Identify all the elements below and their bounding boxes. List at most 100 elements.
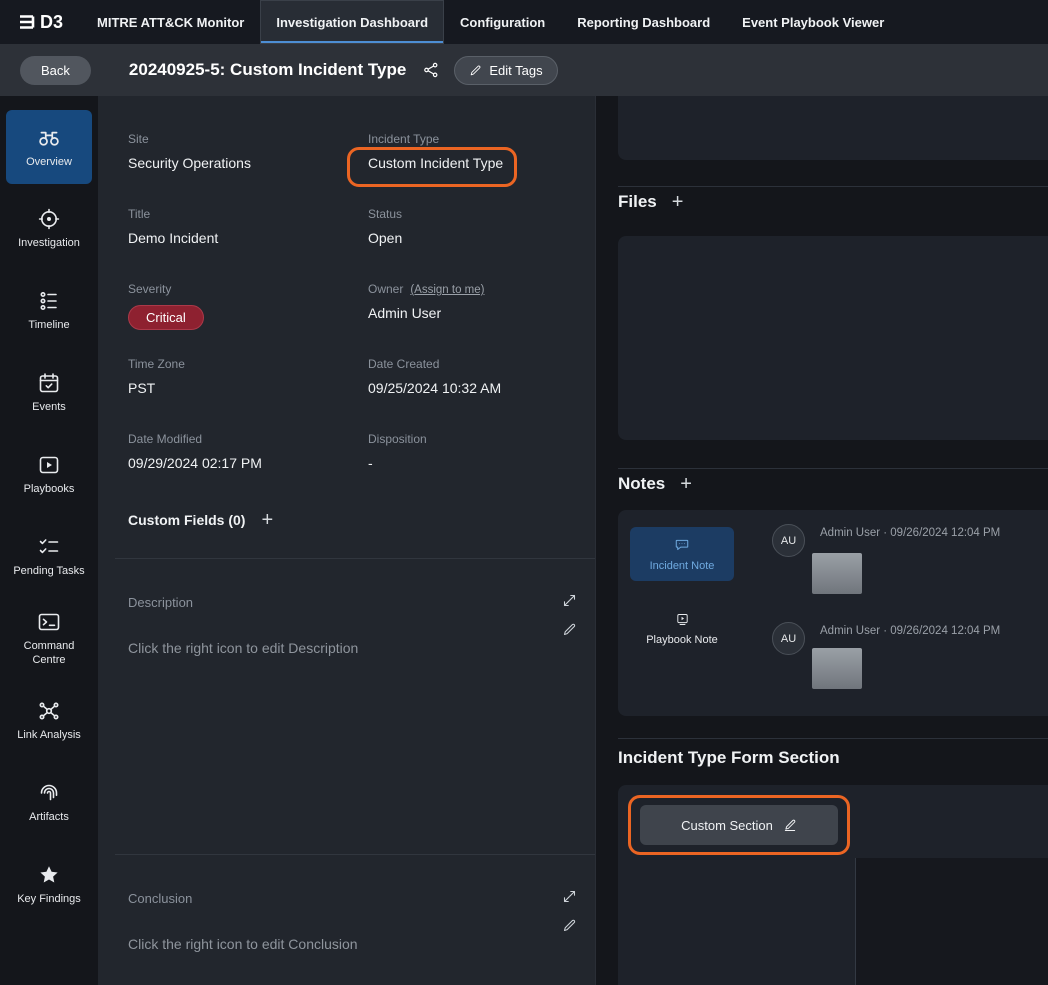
sidebar-item-label: Artifacts — [29, 811, 69, 825]
files-title: Files — [618, 192, 657, 212]
field-title: Title Demo Incident — [128, 207, 368, 282]
custom-section-highlight-annotation: Custom Section — [628, 795, 850, 855]
description-label: Description — [128, 595, 579, 610]
field-label: Disposition — [368, 432, 427, 446]
expand-conclusion-icon[interactable] — [562, 889, 577, 904]
date-modified-value: 09/29/2024 02:17 PM — [128, 455, 368, 471]
pencil-icon — [469, 64, 482, 77]
assign-to-me-link[interactable]: (Assign to me) — [410, 284, 484, 296]
star-icon — [37, 863, 61, 887]
terminal-icon — [37, 610, 61, 634]
add-file-button[interactable]: + — [672, 192, 684, 212]
back-button[interactable]: Back — [20, 56, 91, 85]
sidebar-item-key-findings[interactable]: Key Findings — [6, 848, 92, 922]
field-date-modified: Date Modified 09/29/2024 02:17 PM — [128, 432, 368, 507]
sidebar-item-artifacts[interactable]: Artifacts — [6, 766, 92, 840]
calendar-icon — [37, 371, 61, 395]
top-partial-card — [618, 96, 1048, 160]
section-divider — [618, 186, 1048, 187]
title-value: Demo Incident — [128, 230, 368, 246]
field-label: Incident Type — [368, 132, 439, 146]
custom-section-button[interactable]: Custom Section — [640, 805, 838, 845]
tab-configuration[interactable]: Configuration — [444, 0, 561, 44]
field-label: Severity — [128, 282, 171, 296]
field-label: Site — [128, 132, 149, 146]
section-divider — [618, 468, 1048, 469]
status-value: Open — [368, 230, 583, 246]
add-note-button[interactable]: + — [680, 474, 692, 494]
field-label: Date Created — [368, 357, 439, 371]
field-date-created: Date Created 09/25/2024 10:32 AM — [368, 357, 583, 432]
target-icon — [37, 207, 61, 231]
tab-reporting-dashboard[interactable]: Reporting Dashboard — [561, 0, 726, 44]
sidebar-item-label: Overview — [26, 156, 72, 170]
sidebar-item-overview[interactable]: Overview — [6, 110, 92, 184]
tab-investigation-dashboard[interactable]: Investigation Dashboard — [260, 0, 444, 44]
edit-description-icon[interactable] — [562, 622, 577, 637]
binoculars-icon — [36, 124, 62, 150]
note-content-thumbnail — [812, 648, 862, 689]
files-section-header: Files + — [618, 192, 683, 212]
section-divider — [618, 738, 1048, 739]
play-box-icon — [37, 453, 61, 477]
sidebar-item-label: Timeline — [28, 319, 69, 333]
tab-event-playbook-viewer[interactable]: Event Playbook Viewer — [726, 0, 900, 44]
playbook-note-label: Playbook Note — [646, 634, 718, 646]
incident-type-form-card: Custom Section — [618, 785, 1048, 985]
expand-description-icon[interactable] — [562, 593, 577, 608]
d3-logo[interactable]: D3 — [0, 0, 81, 44]
page-title: 20240925-5: Custom Incident Type — [129, 60, 406, 80]
sidebar-item-label: Investigation — [18, 237, 80, 251]
description-placeholder: Click the right icon to edit Description — [128, 640, 579, 656]
timeline-list-icon — [37, 289, 61, 313]
incident-fields-grid: Site Security Operations Incident Type C… — [128, 132, 583, 507]
form-section-header: Incident Type Form Section — [618, 748, 840, 768]
field-owner: Owner (Assign to me) Admin User — [368, 282, 583, 357]
custom-fields-label: Custom Fields (0) — [128, 512, 245, 528]
sidebar-item-timeline[interactable]: Timeline — [6, 274, 92, 348]
checklist-icon — [37, 535, 61, 559]
site-value: Security Operations — [128, 155, 368, 171]
avatar: AU — [772, 622, 805, 655]
playbook-note-icon — [675, 612, 690, 627]
note-meta: Admin User · 09/26/2024 12:04 PM — [820, 527, 1000, 539]
avatar: AU — [772, 524, 805, 557]
sidebar-item-pending-tasks[interactable]: Pending Tasks — [6, 520, 92, 594]
sidebar-item-label: Key Findings — [17, 893, 81, 907]
description-section: Description Click the right icon to edit… — [115, 558, 595, 656]
custom-fields-row: Custom Fields (0) + — [128, 510, 273, 530]
tab-playbook-note[interactable]: Playbook Note — [630, 600, 734, 658]
notes-card: Incident Note Playbook Note AU Admin Use… — [618, 510, 1048, 716]
add-custom-field-button[interactable]: + — [261, 510, 273, 530]
note-meta: Admin User · 09/26/2024 12:04 PM — [820, 625, 1000, 637]
disposition-value: - — [368, 455, 583, 471]
sidebar-item-label: Link Analysis — [17, 729, 81, 743]
owner-value: Admin User — [368, 305, 583, 321]
notes-title: Notes — [618, 474, 665, 494]
field-site: Site Security Operations — [128, 132, 368, 207]
field-label: Owner — [368, 282, 403, 296]
field-incident-type: Incident Type Custom Incident Type — [368, 132, 583, 207]
tab-incident-note[interactable]: Incident Note — [630, 527, 734, 581]
field-time-zone: Time Zone PST — [128, 357, 368, 432]
d3-logo-icon — [18, 14, 36, 30]
sidebar-item-events[interactable]: Events — [6, 356, 92, 430]
sidebar-item-link-analysis[interactable]: Link Analysis — [6, 684, 92, 758]
sidebar-item-investigation[interactable]: Investigation — [6, 192, 92, 266]
tab-mitre-attck-monitor[interactable]: MITRE ATT&CK Monitor — [81, 0, 260, 44]
cluster-icon — [37, 699, 61, 723]
field-label: Date Modified — [128, 432, 202, 446]
conclusion-label: Conclusion — [128, 891, 579, 906]
custom-section-label: Custom Section — [681, 818, 773, 833]
sidebar-item-command-centre[interactable]: Command Centre — [6, 602, 92, 676]
edit-tags-label: Edit Tags — [489, 63, 542, 78]
sidebar-item-playbooks[interactable]: Playbooks — [6, 438, 92, 512]
incident-header: Back 20240925-5: Custom Incident Type Ed… — [0, 44, 1048, 96]
form-section-title: Incident Type Form Section — [618, 748, 840, 768]
share-icon[interactable] — [422, 61, 440, 79]
sidebar-item-label: Events — [32, 401, 66, 415]
edit-tags-button[interactable]: Edit Tags — [454, 56, 557, 85]
edit-conclusion-icon[interactable] — [562, 918, 577, 933]
field-disposition: Disposition - — [368, 432, 583, 507]
incident-type-value: Custom Incident Type — [368, 155, 583, 171]
